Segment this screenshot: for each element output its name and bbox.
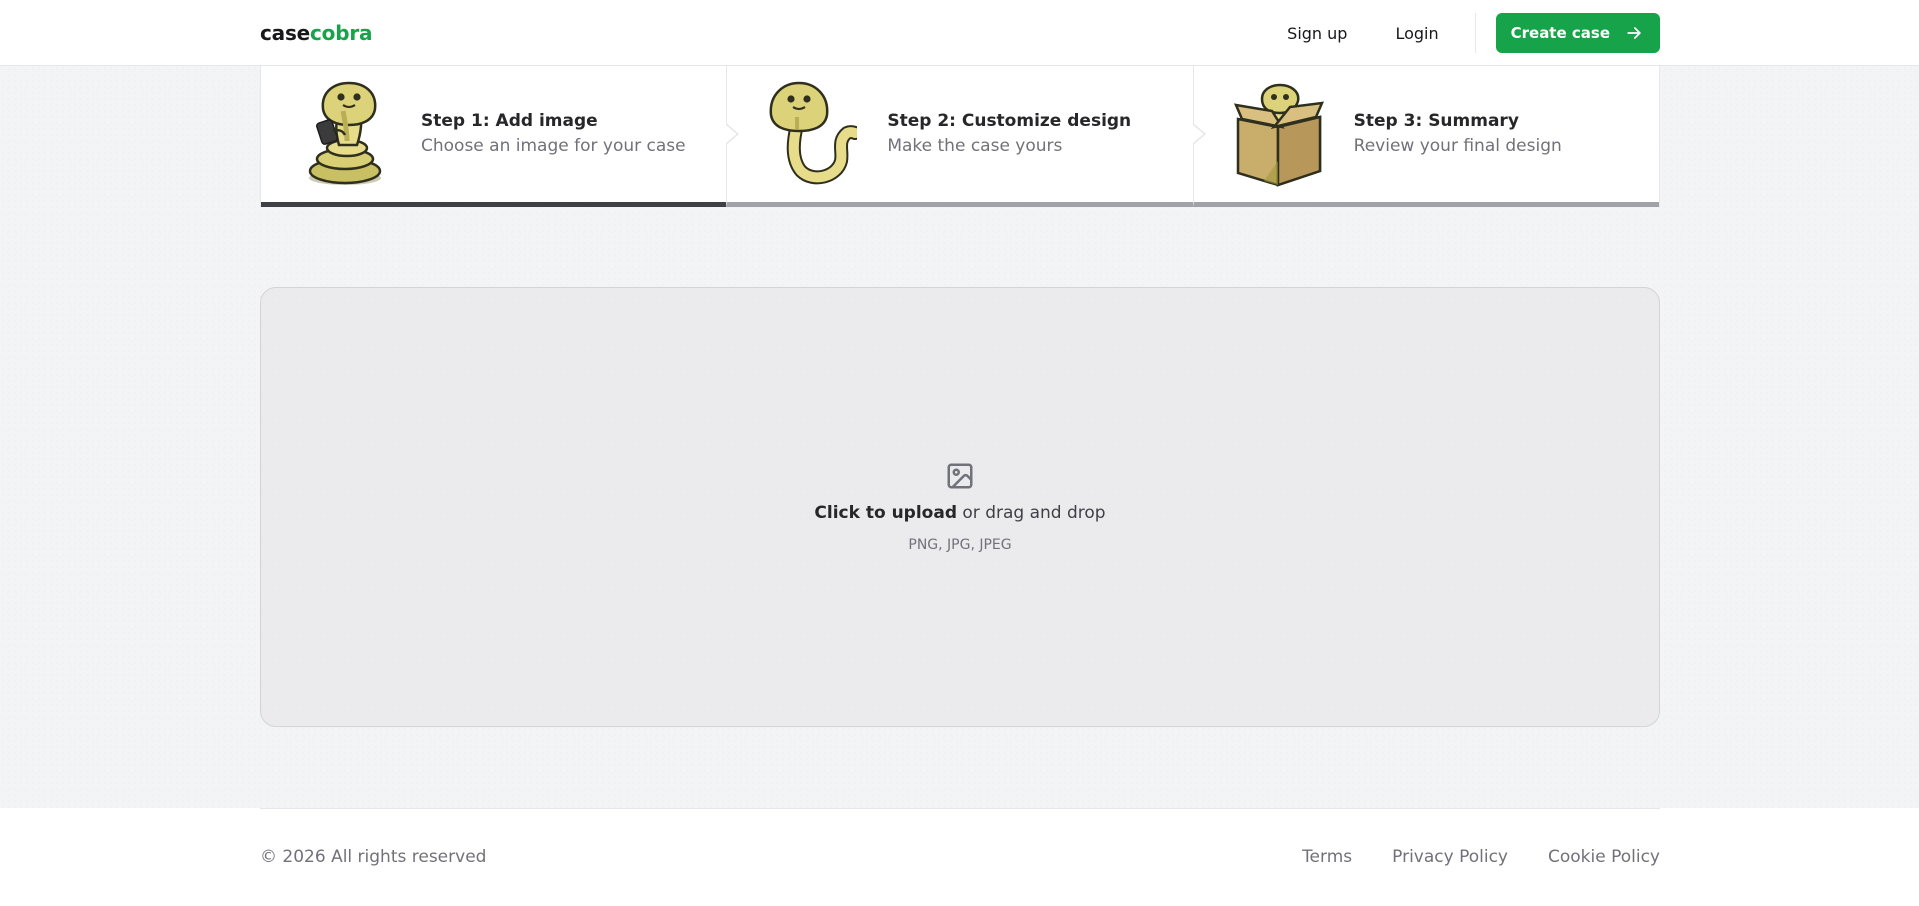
step-title: Step 2: Customize design [887,111,1132,131]
step-text: Step 1: Add image Choose an image for yo… [421,109,686,159]
snake-coiled-icon [770,81,858,185]
drag-drop-label: or drag and drop [957,503,1106,523]
login-link[interactable]: Login [1379,14,1454,53]
step-description: Choose an image for your case [421,136,686,156]
step-description: Make the case yours [887,136,1063,156]
nav-divider [1474,13,1476,53]
step-add-image: Step 1: Add image Choose an image for yo… [261,66,727,207]
step-description: Review your final design [1353,136,1562,156]
footer: © 2026 All rights reserved Terms Privacy… [0,808,1919,906]
arrow-right-icon [1627,27,1641,39]
logo[interactable]: case cobra [260,21,373,45]
accepted-file-types: PNG, JPG, JPEG [908,537,1012,553]
step-separator-chevron [726,66,740,202]
step-separator-chevron [1192,66,1206,202]
logo-case: case [260,21,311,45]
click-to-upload-label[interactable]: Click to upload [814,503,957,523]
upload-instructions: Click to upload or drag and drop [814,503,1105,523]
step-text: Step 2: Customize design Make the case y… [887,109,1131,159]
navbar-inner: case cobra Sign up Login Create case [260,0,1660,66]
steps-progress: Step 1: Add image Choose an image for yo… [260,66,1660,207]
step-customize-design: Step 2: Customize design Make the case y… [726,66,1193,207]
terms-link[interactable]: Terms [1302,847,1352,867]
image-icon [947,463,973,489]
copyright-text: © 2026 All rights reserved [260,847,487,867]
signup-link[interactable]: Sign up [1271,14,1363,53]
upload-dropzone[interactable]: Click to upload or drag and drop PNG, JP… [260,287,1660,727]
cookie-policy-link[interactable]: Cookie Policy [1548,847,1660,867]
create-case-label: Create case [1510,24,1610,42]
step-title: Step 1: Add image [421,111,598,131]
nav-actions: Sign up Login Create case [1271,0,1660,66]
snake-box-icon [1233,83,1324,187]
step-summary: Step 3: Summary Review your final design [1192,66,1659,207]
footer-inner: © 2026 All rights reserved Terms Privacy… [260,808,1660,906]
navbar: case cobra Sign up Login Create case [0,0,1919,66]
logo-cobra: cobra [310,21,373,45]
privacy-policy-link[interactable]: Privacy Policy [1392,847,1508,867]
step-title: Step 3: Summary [1353,111,1519,131]
create-case-button[interactable]: Create case [1495,13,1660,53]
footer-links: Terms Privacy Policy Cookie Policy [1302,847,1660,867]
snake-phone-icon [308,81,382,185]
step-text: Step 3: Summary Review your final design [1354,109,1562,159]
